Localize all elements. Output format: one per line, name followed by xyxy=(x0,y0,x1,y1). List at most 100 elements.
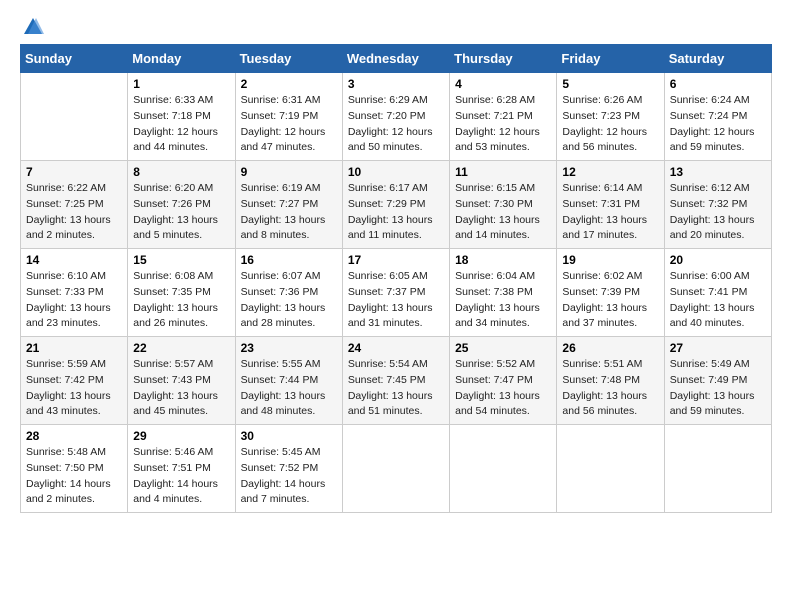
day-number: 23 xyxy=(241,341,337,355)
calendar-day-cell: 27Sunrise: 5:49 AMSunset: 7:49 PMDayligh… xyxy=(664,337,771,425)
day-info: Sunrise: 6:29 AMSunset: 7:20 PMDaylight:… xyxy=(348,93,444,156)
calendar-day-cell: 25 Sunrise: 5:52 AMSunset: 7:47 PMDayligh… xyxy=(450,337,557,425)
day-info: Sunrise: 6:00 AMSunset: 7:41 PMDaylight:… xyxy=(670,269,766,332)
day-info: Sunrise: 6:33 AMSunset: 7:18 PMDaylight:… xyxy=(133,93,229,156)
day-info: Sunrise: 5:55 AMSunset: 7:44 PMDaylight:… xyxy=(241,357,337,420)
day-info: Sunrise: 5:52 AMSunset: 7:47 PMDaylight:… xyxy=(455,357,551,420)
calendar-week-row: 21 Sunrise: 5:59 AMSunset: 7:42 PMDayligh… xyxy=(21,337,772,425)
day-number: 24 xyxy=(348,341,444,355)
logo-icon xyxy=(22,16,44,38)
calendar-day-header: Thursday xyxy=(450,45,557,73)
day-number: 6 xyxy=(670,77,766,91)
logo xyxy=(20,20,44,34)
day-info: Sunrise: 6:28 AMSunset: 7:21 PMDaylight:… xyxy=(455,93,551,156)
day-info: Sunrise: 6:05 AMSunset: 7:37 PMDaylight:… xyxy=(348,269,444,332)
calendar-day-cell: 13Sunrise: 6:12 AMSunset: 7:32 PMDayligh… xyxy=(664,161,771,249)
calendar-day-cell xyxy=(664,425,771,513)
day-info: Sunrise: 5:59 AMSunset: 7:42 PMDaylight:… xyxy=(26,357,122,420)
calendar-day-header: Friday xyxy=(557,45,664,73)
calendar-day-cell: 1 Sunrise: 6:33 AMSunset: 7:18 PMDaylight… xyxy=(128,73,235,161)
calendar-day-cell xyxy=(21,73,128,161)
calendar-day-cell: 19 Sunrise: 6:02 AMSunset: 7:39 PMDayligh… xyxy=(557,249,664,337)
day-info: Sunrise: 5:45 AMSunset: 7:52 PMDaylight:… xyxy=(241,445,337,508)
day-number: 11 xyxy=(455,165,551,179)
day-info: Sunrise: 6:15 AMSunset: 7:30 PMDaylight:… xyxy=(455,181,551,244)
calendar-week-row: 28 Sunrise: 5:48 AMSunset: 7:50 PMDayligh… xyxy=(21,425,772,513)
day-info: Sunrise: 6:10 AMSunset: 7:33 PMDaylight:… xyxy=(26,269,122,332)
day-number: 3 xyxy=(348,77,444,91)
day-number: 28 xyxy=(26,429,122,443)
day-info: Sunrise: 6:08 AMSunset: 7:35 PMDaylight:… xyxy=(133,269,229,332)
calendar-day-cell: 2Sunrise: 6:31 AMSunset: 7:19 PMDaylight… xyxy=(235,73,342,161)
day-number: 30 xyxy=(241,429,337,443)
calendar-day-header: Tuesday xyxy=(235,45,342,73)
calendar-day-cell: 7Sunrise: 6:22 AMSunset: 7:25 PMDaylight… xyxy=(21,161,128,249)
page-header xyxy=(20,20,772,34)
day-number: 9 xyxy=(241,165,337,179)
day-info: Sunrise: 5:49 AMSunset: 7:49 PMDaylight:… xyxy=(670,357,766,420)
calendar-day-header: Wednesday xyxy=(342,45,449,73)
calendar-day-cell: 8 Sunrise: 6:20 AMSunset: 7:26 PMDaylight… xyxy=(128,161,235,249)
day-info: Sunrise: 5:51 AMSunset: 7:48 PMDaylight:… xyxy=(562,357,658,420)
calendar-day-cell: 28 Sunrise: 5:48 AMSunset: 7:50 PMDayligh… xyxy=(21,425,128,513)
calendar-day-cell: 10 Sunrise: 6:17 AMSunset: 7:29 PMDayligh… xyxy=(342,161,449,249)
day-info: Sunrise: 6:24 AMSunset: 7:24 PMDaylight:… xyxy=(670,93,766,156)
day-info: Sunrise: 6:02 AMSunset: 7:39 PMDaylight:… xyxy=(562,269,658,332)
calendar-day-cell: 21 Sunrise: 5:59 AMSunset: 7:42 PMDayligh… xyxy=(21,337,128,425)
calendar-day-cell: 16 Sunrise: 6:07 AMSunset: 7:36 PMDayligh… xyxy=(235,249,342,337)
calendar-day-cell: 17 Sunrise: 6:05 AMSunset: 7:37 PMDayligh… xyxy=(342,249,449,337)
day-number: 14 xyxy=(26,253,122,267)
day-info: Sunrise: 5:48 AMSunset: 7:50 PMDaylight:… xyxy=(26,445,122,508)
day-number: 5 xyxy=(562,77,658,91)
calendar-day-cell: 15 Sunrise: 6:08 AMSunset: 7:35 PMDayligh… xyxy=(128,249,235,337)
day-info: Sunrise: 6:31 AMSunset: 7:19 PMDaylight:… xyxy=(241,93,337,156)
day-number: 19 xyxy=(562,253,658,267)
day-info: Sunrise: 5:57 AMSunset: 7:43 PMDaylight:… xyxy=(133,357,229,420)
calendar-day-cell: 14 Sunrise: 6:10 AMSunset: 7:33 PMDayligh… xyxy=(21,249,128,337)
day-number: 29 xyxy=(133,429,229,443)
calendar-day-cell: 20 Sunrise: 6:00 AMSunset: 7:41 PMDayligh… xyxy=(664,249,771,337)
day-info: Sunrise: 6:14 AMSunset: 7:31 PMDaylight:… xyxy=(562,181,658,244)
calendar-day-cell: 30 Sunrise: 5:45 AMSunset: 7:52 PMDayligh… xyxy=(235,425,342,513)
calendar-week-row: 14 Sunrise: 6:10 AMSunset: 7:33 PMDayligh… xyxy=(21,249,772,337)
calendar-day-header: Monday xyxy=(128,45,235,73)
day-info: Sunrise: 6:07 AMSunset: 7:36 PMDaylight:… xyxy=(241,269,337,332)
day-number: 15 xyxy=(133,253,229,267)
day-info: Sunrise: 6:19 AMSunset: 7:27 PMDaylight:… xyxy=(241,181,337,244)
day-number: 16 xyxy=(241,253,337,267)
calendar-day-cell: 12 Sunrise: 6:14 AMSunset: 7:31 PMDayligh… xyxy=(557,161,664,249)
day-number: 26 xyxy=(562,341,658,355)
day-number: 18 xyxy=(455,253,551,267)
calendar-day-cell: 6 Sunrise: 6:24 AMSunset: 7:24 PMDaylight… xyxy=(664,73,771,161)
calendar-day-cell: 22 Sunrise: 5:57 AMSunset: 7:43 PMDayligh… xyxy=(128,337,235,425)
calendar-day-cell: 24Sunrise: 5:54 AMSunset: 7:45 PMDayligh… xyxy=(342,337,449,425)
calendar-day-cell: 18 Sunrise: 6:04 AMSunset: 7:38 PMDayligh… xyxy=(450,249,557,337)
calendar-day-cell: 11 Sunrise: 6:15 AMSunset: 7:30 PMDayligh… xyxy=(450,161,557,249)
day-info: Sunrise: 6:26 AMSunset: 7:23 PMDaylight:… xyxy=(562,93,658,156)
calendar-day-cell xyxy=(342,425,449,513)
calendar-day-cell: 5 Sunrise: 6:26 AMSunset: 7:23 PMDaylight… xyxy=(557,73,664,161)
day-number: 8 xyxy=(133,165,229,179)
day-number: 10 xyxy=(348,165,444,179)
day-number: 12 xyxy=(562,165,658,179)
day-info: Sunrise: 6:22 AMSunset: 7:25 PMDaylight:… xyxy=(26,181,122,244)
calendar-day-header: Saturday xyxy=(664,45,771,73)
day-number: 17 xyxy=(348,253,444,267)
day-info: Sunrise: 6:17 AMSunset: 7:29 PMDaylight:… xyxy=(348,181,444,244)
calendar-day-cell: 26 Sunrise: 5:51 AMSunset: 7:48 PMDayligh… xyxy=(557,337,664,425)
calendar-day-cell: 23 Sunrise: 5:55 AMSunset: 7:44 PMDayligh… xyxy=(235,337,342,425)
calendar-table: SundayMondayTuesdayWednesdayThursdayFrid… xyxy=(20,44,772,513)
calendar-week-row: 1 Sunrise: 6:33 AMSunset: 7:18 PMDaylight… xyxy=(21,73,772,161)
calendar-day-cell: 3 Sunrise: 6:29 AMSunset: 7:20 PMDaylight… xyxy=(342,73,449,161)
day-number: 22 xyxy=(133,341,229,355)
day-number: 1 xyxy=(133,77,229,91)
day-number: 21 xyxy=(26,341,122,355)
calendar-day-cell xyxy=(450,425,557,513)
calendar-day-cell: 29Sunrise: 5:46 AMSunset: 7:51 PMDayligh… xyxy=(128,425,235,513)
day-info: Sunrise: 6:04 AMSunset: 7:38 PMDaylight:… xyxy=(455,269,551,332)
day-info: Sunrise: 6:20 AMSunset: 7:26 PMDaylight:… xyxy=(133,181,229,244)
calendar-header-row: SundayMondayTuesdayWednesdayThursdayFrid… xyxy=(21,45,772,73)
day-number: 25 xyxy=(455,341,551,355)
day-number: 20 xyxy=(670,253,766,267)
day-number: 13 xyxy=(670,165,766,179)
